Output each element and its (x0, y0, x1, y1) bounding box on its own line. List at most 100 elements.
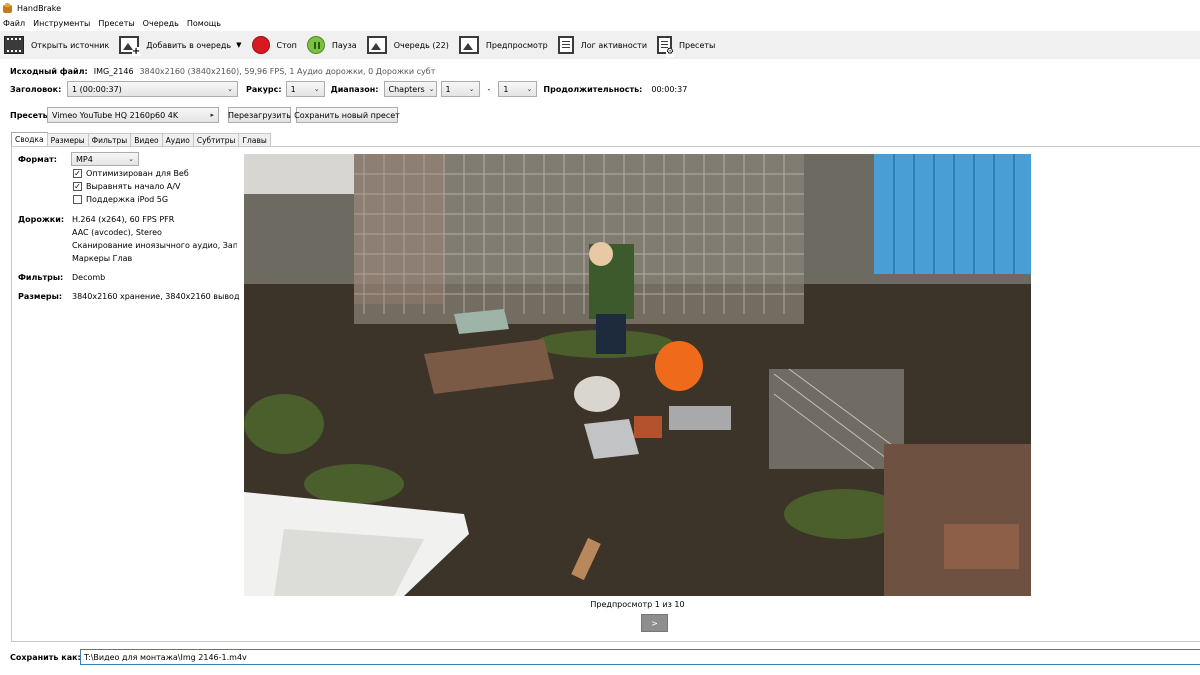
open-source-button[interactable]: Открыть источник (4, 36, 109, 54)
source-name: IMG_2146 (93, 67, 134, 76)
menu-help[interactable]: Помощь (187, 19, 221, 28)
align-av-label: Выравнять начало A/V (86, 182, 181, 191)
track-audio: AAC (avcodec), Stereo (72, 228, 162, 237)
add-to-queue-label: Добавить в очередь (146, 40, 232, 50)
handbrake-app-icon (2, 2, 13, 14)
preset-selector[interactable]: Vimeo YouTube HQ 2160p60 4K ▸ (47, 107, 219, 123)
presets-row-label: Пресеты (10, 110, 50, 120)
settings-tabs: Сводка Размеры Фильтры Видео Аудио Субти… (11, 132, 271, 146)
preview-photo (244, 154, 1031, 596)
track-chapters: Маркеры Глав (72, 254, 133, 263)
duration-label: Продолжительность: (543, 84, 643, 94)
filters-label: Фильтры: (18, 273, 64, 282)
queue-icon (366, 36, 387, 54)
title-row: Заголовок: 1 (00:00:37) ⌄ Ракурс: 1 ⌄ Ди… (10, 81, 687, 97)
source-label: Исходный файл: (10, 67, 88, 76)
checkmark-icon: ✓ (73, 181, 82, 191)
tracks-label: Дорожки: (18, 215, 65, 224)
range-label: Диапазон: (330, 84, 379, 94)
preview-image (244, 154, 1031, 596)
web-optimized-label: Оптимизирован для Веб (86, 169, 189, 178)
track-foreign-audio: Сканирование иноязычного аудио, Записано (72, 241, 237, 250)
chevron-down-icon: ⌄ (227, 85, 233, 93)
presets-icon (657, 36, 675, 57)
menu-queue[interactable]: Очередь (143, 19, 179, 28)
stop-label: Стоп (276, 40, 297, 50)
format-dropdown[interactable]: MP4 ⌄ (71, 152, 139, 166)
angle-label: Ракурс: (246, 84, 282, 94)
presets-button[interactable]: Пресеты (657, 36, 716, 57)
preview-icon (458, 36, 479, 54)
tab-video[interactable]: Видео (130, 133, 163, 146)
stop-button[interactable]: Стоп (251, 36, 297, 54)
add-picture-icon (119, 36, 141, 56)
chevron-down-icon: ⌄ (526, 85, 533, 93)
activity-log-label: Лог активности (580, 40, 648, 50)
activity-log-button[interactable]: Лог активности (557, 36, 648, 54)
film-icon (4, 36, 24, 54)
next-preview-button[interactable]: > (641, 614, 668, 632)
reload-preset-button[interactable]: Перезагрузить (228, 107, 291, 123)
range-type-dropdown[interactable]: Chapters ⌄ (383, 81, 437, 97)
pause-button[interactable]: Пауза (306, 36, 357, 54)
title-dropdown[interactable]: 1 (00:00:37) ⌄ (67, 81, 238, 97)
save-as-label: Сохранить как: (10, 652, 81, 662)
preview-button[interactable]: Предпросмотр (458, 36, 548, 54)
sizes-value: 3840x2160 хранение, 3840x2160 вывод (72, 292, 240, 301)
chevron-down-icon: ⌄ (128, 155, 134, 163)
checkmark-icon: ✓ (73, 168, 82, 178)
save-path-input[interactable]: T:\Видео для монтажа\Img 2146-1.m4v (80, 649, 1200, 665)
menu-tools[interactable]: Инструменты (33, 19, 90, 28)
format-value: MP4 (76, 154, 93, 164)
pause-label: Пауза (331, 40, 357, 50)
title-label: Заголовок: (10, 84, 62, 94)
title-bar: HandBrake (0, 0, 1200, 16)
range-from-dropdown[interactable]: 1 ⌄ (440, 81, 480, 97)
web-optimized-checkbox[interactable]: ✓ Оптимизирован для Веб (73, 169, 189, 178)
track-video: H.264 (x264), 60 FPS PFR (72, 215, 175, 224)
preview-caption: Предпросмотр 1 из 10 (590, 600, 685, 609)
format-label: Формат: (18, 155, 57, 164)
save-new-preset-button[interactable]: Сохранить новый пресет (294, 107, 400, 123)
range-to-value: 1 (503, 84, 509, 94)
menu-presets[interactable]: Пресеты (98, 19, 134, 28)
source-info-row: Исходный файл: IMG_2146 3840x2160 (3840x… (10, 67, 435, 76)
tab-dimensions[interactable]: Размеры (46, 133, 89, 146)
tab-chapters[interactable]: Главы (238, 133, 271, 146)
main-toolbar: Открыть источник Добавить в очередь ▼ Ст… (0, 31, 1200, 59)
chevron-right-icon: ▸ (210, 111, 214, 119)
open-source-label: Открыть источник (31, 40, 110, 50)
align-av-checkbox[interactable]: ✓ Выравнять начало A/V (73, 182, 180, 191)
chevron-down-icon: ⌄ (468, 85, 475, 93)
checkbox-empty-icon (73, 195, 82, 204)
tab-summary[interactable]: Сводка (11, 132, 48, 146)
save-as-row: Сохранить как: T:\Видео для монтажа\Img … (10, 649, 1200, 665)
title-value: 1 (00:00:37) (72, 84, 122, 94)
queue-button[interactable]: Очередь (22) (366, 36, 449, 54)
tab-filters[interactable]: Фильтры (87, 133, 132, 146)
sizes-label: Размеры: (18, 292, 63, 301)
range-to-dropdown[interactable]: 1 ⌄ (498, 81, 538, 97)
ipod-support-label: Поддержка iPod 5G (86, 195, 169, 204)
preset-selected-value: Vimeo YouTube HQ 2160p60 4K (52, 110, 179, 120)
filters-value: Decomb (72, 273, 106, 282)
presets-row: Пресеты Vimeo YouTube HQ 2160p60 4K ▸ Пе… (10, 107, 400, 123)
chevron-down-icon: ⌄ (313, 85, 320, 93)
range-type-value: Chapters (388, 84, 425, 94)
presets-label: Пресеты (679, 40, 716, 50)
pause-icon (306, 36, 325, 54)
chevron-down-icon[interactable]: ▼ (236, 41, 241, 49)
window-title: HandBrake (17, 3, 62, 13)
angle-value: 1 (290, 84, 296, 94)
angle-dropdown[interactable]: 1 ⌄ (285, 81, 325, 97)
source-details: 3840x2160 (3840x2160), 59,96 FPS, 1 Ауди… (139, 67, 436, 76)
queue-label: Очередь (22) (393, 40, 449, 50)
stop-icon (251, 36, 270, 54)
log-icon (557, 36, 574, 54)
ipod-support-checkbox[interactable]: Поддержка iPod 5G (73, 195, 168, 204)
tab-audio[interactable]: Аудио (161, 133, 194, 146)
chevron-down-icon: ⌄ (428, 85, 435, 93)
tab-subtitles[interactable]: Субтитры (192, 133, 240, 146)
add-to-queue-button[interactable]: Добавить в очередь ▼ (119, 36, 242, 56)
menu-file[interactable]: Файл (3, 19, 25, 28)
